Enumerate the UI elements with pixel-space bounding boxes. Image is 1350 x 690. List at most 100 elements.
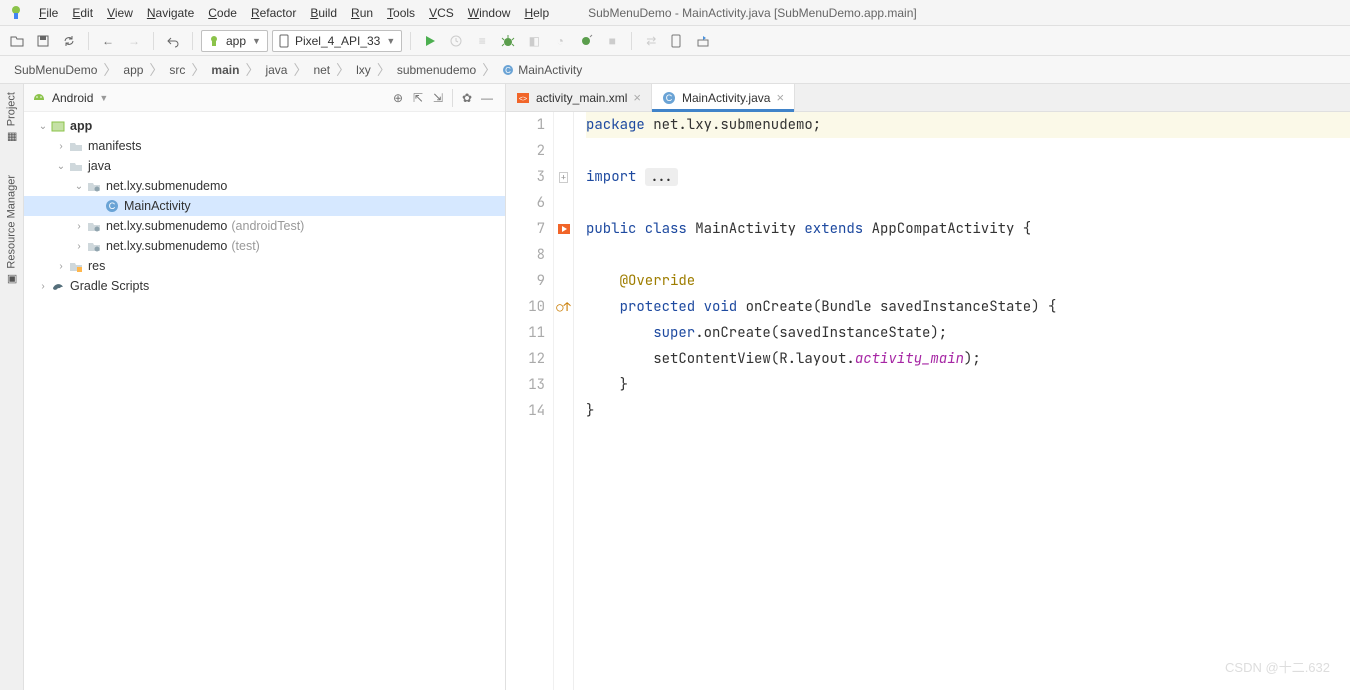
gutter-blank xyxy=(554,242,573,268)
tree-item-manifests[interactable]: › manifests xyxy=(24,136,505,156)
fold-expand-icon[interactable]: + xyxy=(554,164,573,190)
code-line[interactable]: public class MainActivity extends AppCom… xyxy=(586,216,1350,242)
code-line[interactable]: setContentView(R.layout.activity_main); xyxy=(586,346,1350,372)
tree-label: net.lxy.submenudemo xyxy=(106,239,227,253)
menu-navigate[interactable]: Navigate xyxy=(140,4,201,22)
run-icon[interactable] xyxy=(419,30,441,52)
tree-item-net-lxy-submenudemo[interactable]: ⌄net.lxy.submenudemo xyxy=(24,176,505,196)
menu-refactor[interactable]: Refactor xyxy=(244,4,303,22)
vcs-icon[interactable]: ⇄ xyxy=(640,30,662,52)
menu-build[interactable]: Build xyxy=(303,4,344,22)
menu-run[interactable]: Run xyxy=(344,4,380,22)
tree-arrow-icon[interactable]: › xyxy=(36,281,50,292)
menu-tools[interactable]: Tools xyxy=(380,4,422,22)
tree-arrow-icon[interactable]: › xyxy=(54,141,68,152)
run-config-label: app xyxy=(226,34,246,48)
apply-code-icon[interactable]: ≡ xyxy=(471,30,493,52)
tree-arrow-icon[interactable]: › xyxy=(72,241,86,252)
breadcrumb-separator: 〉 xyxy=(482,60,496,80)
undo-icon[interactable] xyxy=(162,30,184,52)
folder-icon: ▦ xyxy=(5,130,18,143)
tree-item-net-lxy-submenudemo[interactable]: ›net.lxy.submenudemo(test) xyxy=(24,236,505,256)
project-tree[interactable]: ⌄app›manifests⌄java⌄net.lxy.submenudemoC… xyxy=(24,112,505,690)
breadcrumb-segment[interactable]: net xyxy=(309,61,334,79)
close-tab-icon[interactable]: × xyxy=(776,90,784,105)
coverage-icon[interactable]: ◧ xyxy=(523,30,545,52)
attach-debugger-icon[interactable] xyxy=(575,30,597,52)
tree-label: manifests xyxy=(88,139,142,153)
tree-arrow-icon[interactable]: ⌄ xyxy=(72,181,86,192)
breadcrumb-segment[interactable]: java xyxy=(261,61,291,79)
sdk-manager-icon[interactable] xyxy=(692,30,714,52)
tree-arrow-icon[interactable]: ⌄ xyxy=(36,121,50,132)
code-line[interactable]: super.onCreate(savedInstanceState); xyxy=(586,320,1350,346)
android-studio-logo-icon xyxy=(8,5,24,21)
menu-edit[interactable]: Edit xyxy=(65,4,100,22)
back-icon[interactable]: ← xyxy=(97,30,119,52)
separator xyxy=(192,32,193,50)
breadcrumb-segment[interactable]: CMainActivity xyxy=(498,61,586,79)
stop-icon[interactable]: ■ xyxy=(601,30,623,52)
resource-manager-tool-tab[interactable]: ▣Resource Manager xyxy=(5,171,18,290)
collapse-icon[interactable]: ⇲ xyxy=(428,88,448,108)
code-line[interactable]: } xyxy=(586,372,1350,398)
save-icon[interactable] xyxy=(32,30,54,52)
code-line[interactable] xyxy=(586,138,1350,164)
gutter-blank xyxy=(554,268,573,294)
code-line[interactable]: import ... xyxy=(586,164,1350,190)
device-selector[interactable]: Pixel_4_API_33 ▼ xyxy=(272,30,402,52)
run-config-selector[interactable]: app ▼ xyxy=(201,30,268,52)
breadcrumb-segment[interactable]: main xyxy=(207,61,243,79)
class-icon: C xyxy=(662,91,676,105)
gear-icon[interactable]: ✿ xyxy=(457,88,477,108)
tree-item-java[interactable]: ⌄java xyxy=(24,156,505,176)
code-line[interactable]: } xyxy=(586,398,1350,424)
project-view-label[interactable]: Android xyxy=(52,91,93,105)
expand-icon[interactable]: ⇱ xyxy=(408,88,428,108)
tree-item-gradle-scripts[interactable]: ›Gradle Scripts xyxy=(24,276,505,296)
apply-changes-icon[interactable] xyxy=(445,30,467,52)
debug-icon[interactable] xyxy=(497,30,519,52)
device-manager-icon[interactable] xyxy=(666,30,688,52)
menu-window[interactable]: Window xyxy=(461,4,518,22)
open-icon[interactable] xyxy=(6,30,28,52)
code-editor[interactable]: 12367891011121314 +○↑ package net.lxy.su… xyxy=(506,112,1350,690)
breadcrumb-segment[interactable]: submenudemo xyxy=(393,61,480,79)
tree-arrow-icon[interactable]: ⌄ xyxy=(54,161,68,172)
breadcrumb-segment[interactable]: src xyxy=(165,61,189,79)
menu-view[interactable]: View xyxy=(100,4,140,22)
code-line[interactable]: protected void onCreate(Bundle savedInst… xyxy=(586,294,1350,320)
editor-tab-mainactivity-java[interactable]: CMainActivity.java× xyxy=(652,84,795,111)
code-line[interactable]: package net.lxy.submenudemo; xyxy=(586,112,1350,138)
menu-file[interactable]: File xyxy=(32,4,65,22)
breadcrumb-separator: 〉 xyxy=(336,60,350,80)
tree-arrow-icon[interactable]: › xyxy=(54,261,68,272)
select-opened-file-icon[interactable]: ⊕ xyxy=(388,88,408,108)
code-line[interactable] xyxy=(586,190,1350,216)
sync-icon[interactable] xyxy=(58,30,80,52)
breadcrumb-separator: 〉 xyxy=(149,60,163,80)
breadcrumb-separator: 〉 xyxy=(293,60,307,80)
menu-help[interactable]: Help xyxy=(517,4,556,22)
tree-item-res[interactable]: ›res xyxy=(24,256,505,276)
menu-code[interactable]: Code xyxy=(201,4,244,22)
forward-icon[interactable]: → xyxy=(123,30,145,52)
breadcrumb-segment[interactable]: SubMenuDemo xyxy=(10,61,101,79)
editor-tab-activity_main-xml[interactable]: <>activity_main.xml× xyxy=(506,84,652,111)
breadcrumb-segment[interactable]: lxy xyxy=(352,61,375,79)
tree-item-mainactivity[interactable]: CMainActivity xyxy=(24,196,505,216)
menu-vcs[interactable]: VCS xyxy=(422,4,461,22)
breadcrumb-segment[interactable]: app xyxy=(119,61,147,79)
tree-arrow-icon[interactable]: › xyxy=(72,221,86,232)
hide-icon[interactable]: — xyxy=(477,88,497,108)
tree-item-net-lxy-submenudemo[interactable]: ›net.lxy.submenudemo(androidTest) xyxy=(24,216,505,236)
chevron-down-icon[interactable]: ▼ xyxy=(99,93,108,103)
code-line[interactable] xyxy=(586,242,1350,268)
tree-item-app[interactable]: ⌄app xyxy=(24,116,505,136)
code-line[interactable]: @Override xyxy=(586,268,1350,294)
close-tab-icon[interactable]: × xyxy=(633,90,641,105)
code-content[interactable]: package net.lxy.submenudemo; import ... … xyxy=(574,112,1350,690)
project-tool-tab[interactable]: ▦Project xyxy=(5,88,18,147)
tab-label: activity_main.xml xyxy=(536,91,627,105)
profile-icon[interactable]: ◔ xyxy=(549,30,571,52)
